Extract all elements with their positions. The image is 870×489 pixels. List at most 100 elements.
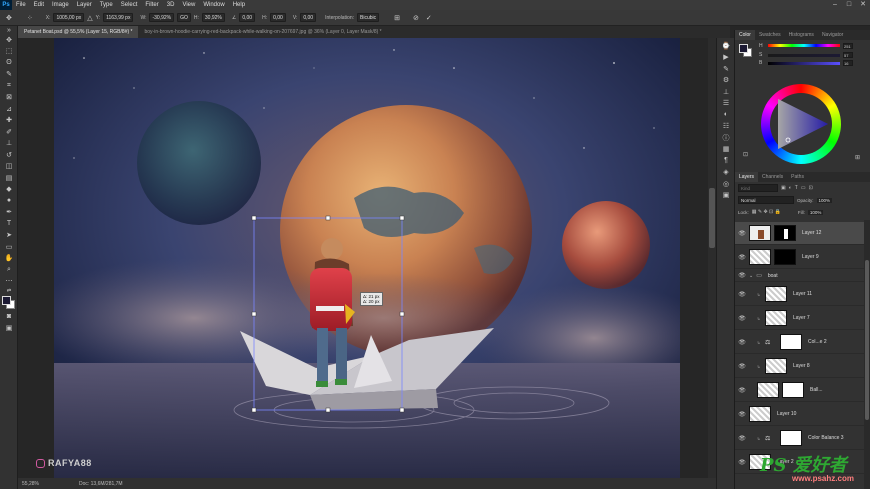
filter-pixel-icon[interactable]: ▣ [781,185,786,191]
layer-row-layer-12[interactable]: 👁 Layer 12 [735,222,870,245]
libraries-panel-icon[interactable]: ☷ [717,121,735,133]
layer-mask-thumbnail[interactable] [780,430,802,446]
menu-window[interactable]: Window [199,0,228,10]
menu-help[interactable]: Help [229,0,249,10]
blend-mode-select[interactable]: Normal [738,196,794,204]
layer-name[interactable]: Col...e 2 [808,339,827,345]
tab-histograms[interactable]: Histograms [785,30,818,40]
filter-adjustment-icon[interactable]: ◐ [789,185,792,191]
zoom-tool-icon[interactable]: ⌕ [0,264,18,276]
lock-icons[interactable]: ▦ ✎ ✥ ⊡ 🔒 [752,209,781,215]
type-tool-icon[interactable]: T [0,218,18,230]
tab-channels[interactable]: Channels [758,172,787,182]
3d-panel-icon[interactable]: ◈ [717,167,735,179]
menu-edit[interactable]: Edit [30,0,48,10]
lasso-tool-icon[interactable]: ʘ [0,57,18,69]
clone-source-icon[interactable]: ⊥ [717,86,735,98]
maximize-button[interactable]: □ [842,0,856,10]
document-canvas[interactable]: Δ: 21 px Δ: 20 px [54,38,680,478]
crop-tool-icon[interactable]: ⌗ [0,80,18,92]
quick-select-tool-icon[interactable]: ✎ [0,69,18,81]
brush-panel-icon[interactable]: ✎ [717,63,735,75]
marquee-tool-icon[interactable]: ⬚ [0,46,18,58]
layer-name[interactable]: Layer 12 [802,230,821,236]
foreground-color-swatch[interactable] [2,296,11,305]
properties-panel-icon[interactable]: ☰ [717,98,735,110]
dodge-tool-icon[interactable]: ● [0,195,18,207]
cancel-transform-icon[interactable]: ⊘ [413,14,419,22]
quick-mask-icon[interactable]: ◙ [0,311,18,323]
group-chevron-icon[interactable]: ⌄ [749,273,753,279]
panel-collapse-icon[interactable]: » [0,26,18,34]
swap-colors-icon[interactable]: ⇄ [0,287,18,295]
menu-3d[interactable]: 3D [163,0,179,10]
layer-comps-icon[interactable]: ▣ [717,190,735,202]
eyedropper-tool-icon[interactable]: ⊿ [0,103,18,115]
interpolation-select[interactable]: Bicubic [357,13,380,22]
brightness-value[interactable]: 16 [843,60,853,66]
saturation-slider[interactable] [768,53,840,57]
canvas-area[interactable]: Δ: 21 px Δ: 20 px [18,38,708,478]
close-window-button[interactable]: ✕ [856,0,870,10]
opacity-field[interactable]: 100% [816,197,833,203]
adjustments-panel-icon[interactable]: ◐ [717,109,735,121]
menu-view[interactable]: View [178,0,199,10]
eraser-tool-icon[interactable]: ◫ [0,161,18,173]
hue-slider[interactable] [768,44,840,47]
healing-brush-icon[interactable]: ✚ [0,115,18,127]
hue-value[interactable]: 251 [843,42,853,49]
brush-settings-icon[interactable]: ⚙ [717,75,735,87]
color-panel-menu-icon[interactable]: ⊡ [743,151,748,158]
color-triangle[interactable] [770,93,832,155]
horizontal-skew-field[interactable]: 0,00 [270,13,286,22]
visibility-eye-icon[interactable]: 👁 [735,272,749,279]
clone-stamp-icon[interactable]: ⊥ [0,138,18,150]
menu-filter[interactable]: Filter [141,0,162,10]
vertical-skew-field[interactable]: 0,00 [300,13,317,22]
layer-row-color-balance-3[interactable]: 👁 ↳ ⚖ Color Balance 3 [735,427,870,450]
link-aspect-button[interactable]: GO [177,13,191,22]
layers-scrollbar[interactable] [864,220,870,489]
doc-size[interactable]: Doc: 13,6M/281,7M [79,481,123,487]
tab-swatches[interactable]: Swatches [755,30,785,40]
layer-row-layer-10[interactable]: 👁 Layer 10 [735,403,870,426]
tab-navigator[interactable]: Navigator [818,30,847,40]
filter-type-icon[interactable]: T [795,185,798,191]
paragraph-panel-icon[interactable]: ¶ [717,155,735,167]
channels-panel-icon[interactable]: ◎ [717,178,735,190]
tab-boy-photo[interactable]: boy-in-brown-hoodie-carrying-red-backpac… [138,26,387,38]
width-field[interactable]: -30,92% [149,13,175,22]
tab-petanet-boat[interactable]: Petanet Boat.psd @ 55,5% (Layer 15, RGB/… [18,26,139,38]
more-tools-icon[interactable]: ⋯ [0,276,18,288]
layer-row-color-balance-2[interactable]: 👁 ↳ ⚖ Col...e 2 [735,331,870,354]
color-panel-expand-icon[interactable]: ⊞ [855,154,860,161]
layer-filter-kind[interactable] [738,184,778,192]
visibility-eye-icon[interactable]: 👁 [735,387,749,394]
visibility-eye-icon[interactable]: 👁 [735,363,749,370]
menu-layer[interactable]: Layer [73,0,96,10]
move-tool-icon[interactable]: ✥ [6,14,12,22]
layer-name[interactable]: Layer 8 [793,363,810,369]
zoom-level[interactable]: 55,28% [22,481,39,487]
gradient-tool-icon[interactable]: ▤ [0,172,18,184]
warp-icon[interactable]: ⊞ [394,14,400,22]
pen-tool-icon[interactable]: ✒ [0,207,18,219]
angle-field[interactable]: 0,00 [239,13,256,22]
color-swatches[interactable] [0,295,18,311]
tab-layers[interactable]: Layers [735,172,759,182]
filter-shape-icon[interactable]: ▭ [801,185,806,191]
layer-name[interactable]: Ball... [810,387,823,393]
frame-tool-icon[interactable]: ⊠ [0,92,18,104]
filter-smart-object-icon[interactable]: ⊡ [809,185,813,191]
menu-image[interactable]: Image [48,0,73,10]
actions-panel-icon[interactable]: ▶ [717,52,735,64]
visibility-eye-icon[interactable]: 👁 [735,291,749,298]
layer-group-boat[interactable]: 👁 ⌄ ▭ boat [735,270,870,282]
hand-tool-icon[interactable]: ✋ [0,253,18,265]
history-panel-icon[interactable]: ⌚ [717,40,735,52]
menu-file[interactable]: File [12,0,30,10]
layer-name[interactable]: Color Balance 3 [808,435,844,441]
layer-mask-thumbnail[interactable] [774,249,796,265]
layer-row-boat[interactable]: 👁 Ball... [735,379,870,402]
scrollbar-thumb[interactable] [709,188,715,248]
